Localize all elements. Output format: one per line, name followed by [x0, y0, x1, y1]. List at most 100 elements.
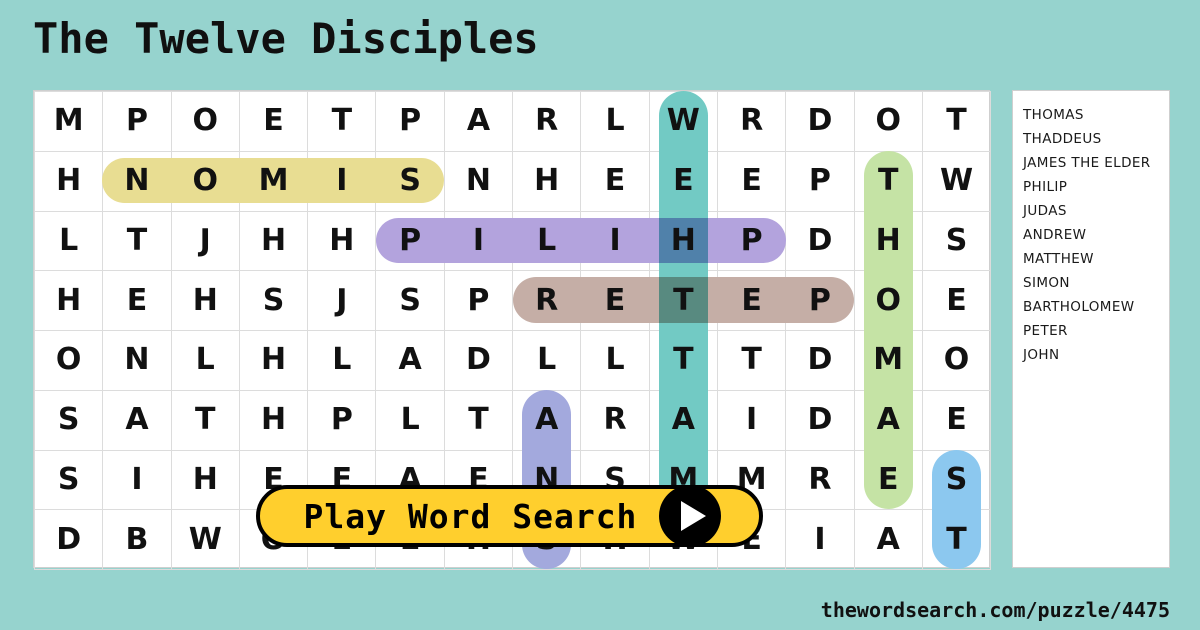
grid-cell[interactable]: W: [170, 509, 240, 570]
grid-cell[interactable]: T: [170, 389, 240, 451]
grid-cell[interactable]: I: [580, 210, 650, 272]
grid-cell[interactable]: T: [716, 330, 787, 391]
grid-cell[interactable]: P: [375, 210, 445, 272]
grid-cell[interactable]: H: [170, 270, 240, 331]
grid-cell[interactable]: H: [33, 150, 104, 212]
grid-cell[interactable]: N: [102, 150, 172, 212]
grid-cell[interactable]: D: [443, 330, 514, 391]
grid-cell[interactable]: E: [716, 150, 787, 212]
grid-cell[interactable]: D: [785, 330, 855, 391]
grid-cell[interactable]: H: [238, 330, 309, 391]
grid-cell[interactable]: E: [853, 449, 923, 511]
grid-cell[interactable]: I: [716, 389, 787, 451]
grid-cell[interactable]: S: [375, 150, 445, 212]
grid-cell[interactable]: O: [170, 91, 240, 152]
grid-cell[interactable]: M: [33, 91, 104, 152]
grid-cell[interactable]: P: [102, 91, 172, 152]
grid-cell[interactable]: I: [102, 449, 172, 511]
grid-cell[interactable]: L: [307, 330, 377, 391]
grid-cell[interactable]: S: [33, 449, 104, 511]
grid-cell[interactable]: A: [853, 509, 923, 570]
grid-cell[interactable]: H: [648, 210, 718, 272]
grid-cell[interactable]: L: [33, 210, 104, 272]
grid-cell[interactable]: I: [785, 509, 855, 570]
play-word-search-button[interactable]: Play Word Search: [256, 485, 763, 547]
grid-cell[interactable]: T: [102, 210, 172, 272]
grid-cell[interactable]: R: [512, 91, 582, 152]
grid-cell[interactable]: A: [853, 389, 923, 451]
grid-cell[interactable]: O: [33, 330, 104, 391]
grid-cell[interactable]: T: [648, 330, 718, 391]
grid-cell[interactable]: H: [238, 210, 309, 272]
grid-cell[interactable]: D: [785, 389, 855, 451]
grid-cell[interactable]: M: [238, 150, 309, 212]
grid-cell[interactable]: H: [238, 389, 309, 451]
grid-cell[interactable]: A: [648, 389, 718, 451]
grid-cell[interactable]: T: [921, 91, 992, 152]
word-list-item: BARTHOLOMEW: [1023, 299, 1135, 315]
grid-cell[interactable]: N: [102, 330, 172, 391]
grid-cell[interactable]: E: [238, 91, 309, 152]
grid-cell[interactable]: W: [921, 150, 992, 212]
grid-cell[interactable]: T: [921, 509, 992, 570]
grid-cell[interactable]: E: [921, 270, 992, 331]
grid-cell[interactable]: N: [443, 150, 514, 212]
grid-cell[interactable]: E: [716, 270, 787, 331]
grid-cell[interactable]: I: [443, 210, 514, 272]
grid-cell[interactable]: J: [170, 210, 240, 272]
grid-cell[interactable]: P: [307, 389, 377, 451]
grid-cell[interactable]: I: [307, 150, 377, 212]
grid-cell[interactable]: R: [785, 449, 855, 511]
grid-cell[interactable]: H: [853, 210, 923, 272]
grid-cell[interactable]: R: [512, 270, 582, 331]
grid-cell[interactable]: P: [443, 270, 514, 331]
grid-cell[interactable]: L: [580, 330, 650, 391]
grid-letter: I: [472, 222, 485, 258]
grid-cell[interactable]: E: [102, 270, 172, 331]
grid-cell[interactable]: L: [512, 330, 582, 391]
grid-cell[interactable]: E: [580, 270, 650, 331]
grid-cell[interactable]: J: [307, 270, 377, 331]
grid-cell[interactable]: P: [785, 270, 855, 331]
grid-cell[interactable]: M: [853, 330, 923, 391]
grid-cell[interactable]: O: [921, 330, 992, 391]
grid-cell[interactable]: S: [921, 210, 992, 272]
grid-cell[interactable]: P: [785, 150, 855, 212]
grid-cell[interactable]: O: [853, 270, 923, 331]
grid-cell[interactable]: E: [580, 150, 650, 212]
grid-cell[interactable]: D: [785, 91, 855, 152]
grid-cell[interactable]: O: [853, 91, 923, 152]
grid-cell[interactable]: T: [443, 389, 514, 451]
grid-cell[interactable]: B: [102, 509, 172, 570]
grid-cell[interactable]: A: [443, 91, 514, 152]
grid-cell[interactable]: P: [375, 91, 445, 152]
grid-cell[interactable]: L: [170, 330, 240, 391]
grid-cell[interactable]: R: [716, 91, 787, 152]
grid-cell[interactable]: D: [33, 509, 104, 570]
grid-cell[interactable]: W: [648, 91, 718, 152]
grid-cell[interactable]: L: [375, 389, 445, 451]
grid-cell[interactable]: A: [512, 389, 582, 451]
grid-cell[interactable]: L: [580, 91, 650, 152]
grid-cell[interactable]: P: [716, 210, 787, 272]
grid-cell[interactable]: R: [580, 389, 650, 451]
grid-cell[interactable]: S: [921, 449, 992, 511]
grid-cell[interactable]: E: [921, 389, 992, 451]
grid-cell[interactable]: A: [375, 330, 445, 391]
grid-cell[interactable]: H: [33, 270, 104, 331]
grid-cell[interactable]: S: [238, 270, 309, 331]
grid-cell[interactable]: L: [512, 210, 582, 272]
word-list-item: THADDEUS: [1023, 131, 1102, 147]
grid-cell[interactable]: T: [648, 270, 718, 331]
grid-cell[interactable]: S: [375, 270, 445, 331]
grid-cell[interactable]: H: [307, 210, 377, 272]
grid-cell[interactable]: S: [33, 389, 104, 451]
grid-cell[interactable]: T: [853, 150, 923, 212]
grid-cell[interactable]: D: [785, 210, 855, 272]
grid-cell[interactable]: O: [170, 150, 240, 212]
grid-cell[interactable]: A: [102, 389, 172, 451]
grid-cell[interactable]: T: [307, 91, 377, 152]
grid-cell[interactable]: H: [170, 449, 240, 511]
grid-cell[interactable]: E: [648, 150, 718, 212]
grid-cell[interactable]: H: [512, 150, 582, 212]
